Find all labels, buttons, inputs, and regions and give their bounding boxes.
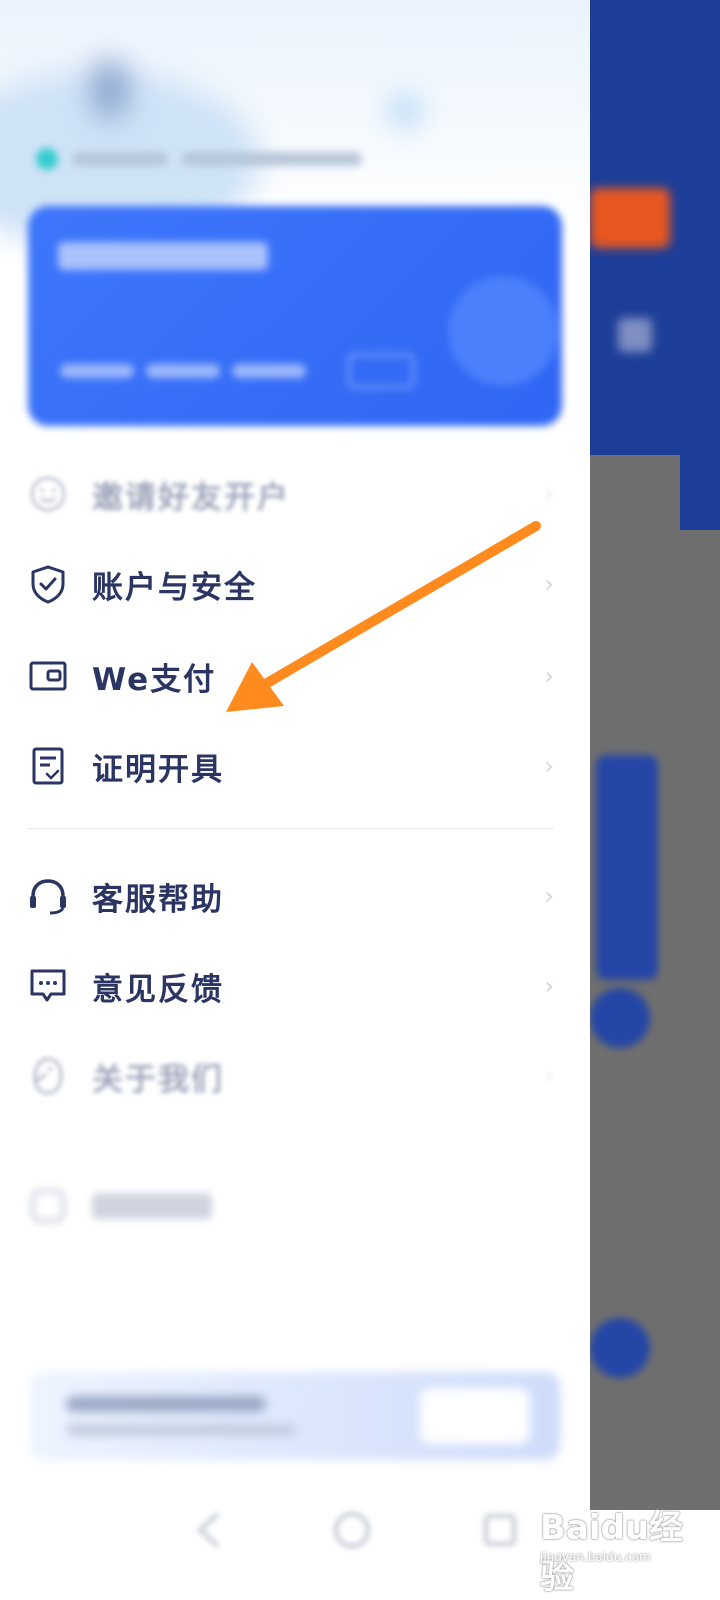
header-decoration	[390, 96, 420, 126]
menu-item-label: We支付	[92, 661, 217, 698]
member-card-button[interactable]	[348, 354, 414, 388]
back-nav-icon[interactable]	[180, 1500, 240, 1560]
user-info-text-blurred	[182, 152, 362, 166]
chevron-right-icon: ›	[544, 752, 554, 780]
watermark-logo: Baidu经验	[540, 1508, 684, 1597]
chevron-right-icon: ›	[544, 570, 554, 598]
member-card[interactable]	[28, 206, 562, 426]
shield-icon	[28, 564, 68, 604]
member-card-graphic	[448, 276, 558, 386]
user-info-row[interactable]	[36, 148, 362, 170]
smile-icon	[28, 474, 68, 514]
menu-item-customer-service[interactable]: 客服帮助 ›	[28, 860, 558, 932]
status-dot-icon	[36, 148, 58, 170]
background-icon	[618, 318, 652, 352]
chevron-right-icon: ›	[544, 882, 554, 910]
menu-item-label: 证明开具	[92, 751, 224, 788]
menu-item-blurred[interactable]	[28, 1170, 558, 1242]
menu-item-certificate[interactable]: 证明开具 ›	[28, 730, 558, 802]
menu-item-label-blurred	[92, 1193, 212, 1219]
menu-item-label: 邀请好友开户	[92, 479, 290, 516]
member-card-title-blurred	[58, 242, 268, 270]
chevron-right-icon: ›	[544, 662, 554, 690]
menu-divider	[28, 828, 554, 829]
menu-item-account-security[interactable]: 账户与安全 ›	[28, 548, 558, 620]
penguin-icon	[28, 1056, 68, 1096]
certificate-icon	[28, 746, 68, 786]
menu-item-feedback[interactable]: 意见反馈 ›	[28, 950, 558, 1022]
background-blue-card	[596, 755, 658, 980]
background-pill	[590, 1318, 650, 1378]
watermark-url: jingyan.baidu.com	[540, 1550, 651, 1564]
member-card-subtitle-blurred	[60, 364, 306, 378]
header-decoration	[90, 60, 130, 120]
menu-item-we-pay[interactable]: We支付 ›	[28, 640, 558, 712]
settings-icon	[28, 1186, 68, 1226]
chevron-right-icon: ›	[544, 480, 554, 508]
baidu-watermark: Baidu经验 jingyan.baidu.com	[540, 1490, 690, 1597]
menu-item-label: 账户与安全	[92, 569, 257, 606]
side-drawer: 邀请好友开户 › 账户与安全 › We支付 › 证明开具 › 客服帮助 › 意见…	[0, 0, 590, 1600]
background-header-extension	[680, 455, 720, 530]
user-info-text-blurred	[72, 152, 168, 166]
menu-item-invite-friends[interactable]: 邀请好友开户 ›	[28, 458, 558, 530]
wallet-icon	[28, 656, 68, 696]
home-nav-icon[interactable]	[322, 1500, 382, 1560]
background-app-overlay[interactable]	[590, 0, 720, 1600]
feedback-icon	[28, 966, 68, 1006]
promo-subtext-blurred	[66, 1424, 296, 1436]
promo-banner[interactable]	[30, 1372, 560, 1460]
menu-item-label: 意见反馈	[92, 971, 224, 1008]
menu-item-label: 客服帮助	[92, 881, 224, 918]
chevron-right-icon: ›	[544, 1062, 554, 1090]
headset-icon	[28, 876, 68, 916]
promo-button[interactable]	[420, 1388, 530, 1444]
promo-text-blurred	[66, 1396, 266, 1412]
menu-item-label: 关于我们	[92, 1061, 224, 1098]
background-pill	[590, 988, 650, 1048]
menu-item-about-us[interactable]: 关于我们 ›	[28, 1040, 558, 1112]
background-banner-image	[590, 188, 670, 248]
chevron-right-icon: ›	[544, 972, 554, 1000]
recents-nav-icon[interactable]	[470, 1500, 530, 1560]
